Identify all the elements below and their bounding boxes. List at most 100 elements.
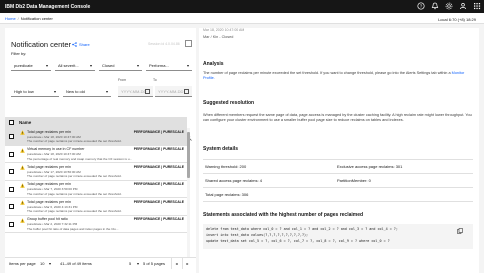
chevron-down-icon: ▾ <box>89 63 92 68</box>
statements-heading: Statements associated with the highest n… <box>203 212 364 218</box>
pagination: Items per page 10 ▾ 41–49 of 49 items 5 … <box>5 257 196 269</box>
chevron-down-icon: ▾ <box>105 89 108 94</box>
category-dropdown[interactable]: Performa... ▾ <box>146 60 192 71</box>
apps-icon[interactable] <box>473 2 481 10</box>
warning-icon <box>20 130 25 135</box>
row-checkbox[interactable] <box>9 186 14 192</box>
name-column-header[interactable]: Name <box>19 120 31 125</box>
table-header: Name <box>5 117 187 128</box>
from-label: From <box>118 78 127 82</box>
notification-meta: puredicate • Mar 2, 2020 7:32:11 PM <box>27 222 78 226</box>
chevron-down-icon: ▾ <box>49 261 52 266</box>
notification-icon[interactable] <box>431 2 439 10</box>
table-row[interactable]: Total page reclaims per min puredicate • … <box>5 128 187 146</box>
row-checkbox[interactable] <box>9 134 14 139</box>
notification-description: The number of page reclaims per minute e… <box>27 139 122 143</box>
warning-icon <box>20 217 25 223</box>
row-checkbox[interactable] <box>9 221 14 227</box>
chevron-down-icon: ▾ <box>53 89 56 94</box>
row-checkbox[interactable] <box>9 169 14 174</box>
share-button[interactable]: Share <box>72 42 90 47</box>
table-row[interactable]: Virtual memory in use in CF number puredi… <box>5 145 187 163</box>
notification-title[interactable]: Total page reclaims per min <box>27 130 71 134</box>
settings-icon[interactable] <box>445 2 453 10</box>
row-checkbox[interactable] <box>9 151 14 157</box>
page-select[interactable]: 5 <box>129 261 131 266</box>
notification-description: The number of page reclaims per minute e… <box>27 191 122 196</box>
help-icon[interactable]: ? <box>417 2 425 10</box>
calendar-icon[interactable] <box>145 89 150 94</box>
table-row[interactable]: Total page reclaims per min puredicate • … <box>5 180 187 198</box>
share-icon <box>72 42 77 47</box>
previous-page-button[interactable]: ◂ <box>171 258 181 269</box>
notification-title[interactable]: Total page reclaims per min <box>27 200 71 204</box>
next-page-button[interactable]: ▸ <box>182 258 192 269</box>
from-date-input[interactable]: YYYY-MM-DD <box>118 86 153 97</box>
analysis-heading: Analysis <box>203 61 224 67</box>
notification-category: PERFORMANCE | PURESCALE <box>133 164 184 169</box>
scrollbar-thumb[interactable] <box>187 132 190 178</box>
copy-icon[interactable] <box>457 228 463 234</box>
filter-by-label: Filter by: <box>11 51 27 56</box>
notification-title[interactable]: Group buffer pool hit ratio <box>27 217 68 221</box>
expand-icon[interactable] <box>185 40 192 47</box>
divider <box>203 187 473 188</box>
code-line: insert into test_data values(?,?,?,?,?,?… <box>206 233 309 237</box>
notification-description: The number of page reclaims per minute e… <box>27 209 122 213</box>
warning-icon <box>20 165 25 170</box>
warning-icon <box>20 147 25 153</box>
detail-timestamp: Mar 18, 2020 10:47:00 AM <box>203 28 245 32</box>
code-line: update test_data set col_5 = ?, col_6 = … <box>206 239 390 243</box>
breadcrumb-home-link[interactable]: Home <box>0 16 16 21</box>
notification-category: PERFORMANCE | PURESCALE <box>133 129 184 134</box>
app-title[interactable]: IBM Db2 Data Management Console <box>0 4 90 10</box>
local-time: Local 6:70 (+8) 18:29 <box>438 17 476 22</box>
notification-table: Total page reclaims per min puredicate • … <box>5 128 187 258</box>
chevron-down-icon: ▾ <box>136 63 139 68</box>
resolution-text: When different members request the same … <box>203 113 472 122</box>
detail-status: Mar / Kin - Closed <box>203 35 234 39</box>
severity-sort-dropdown[interactable]: High to low ▾ <box>11 86 59 97</box>
category-dropdown-value: Performa... <box>149 62 169 68</box>
date-sort-value: New to old <box>66 88 85 94</box>
sql-code-snippet[interactable]: delete from test_data where col_0 = ? an… <box>203 224 473 249</box>
severity-dropdown[interactable]: All severit... ▾ <box>55 60 95 71</box>
notification-description: The percentage of real memory and swap m… <box>27 156 133 161</box>
notification-title[interactable]: Total page reclaims per min <box>27 165 71 169</box>
notification-meta: puredicate • Mar 18, 2020 10:47:00 AM <box>27 134 81 139</box>
from-date-placeholder: YYYY-MM-DD <box>121 88 147 94</box>
to-date-input[interactable]: YYYY-MM-DD <box>155 86 192 97</box>
items-per-page-select[interactable]: 10 <box>40 261 44 266</box>
resolution-heading: Suggested resolution <box>203 100 255 106</box>
notification-title[interactable]: Virtual memory in use in CF number <box>27 147 84 151</box>
calendar-icon[interactable] <box>184 89 189 94</box>
table-scrollbar[interactable] <box>187 128 190 258</box>
partition-member: PartitionMember: 0 <box>337 178 371 183</box>
warning-icon <box>20 200 25 205</box>
table-row[interactable]: Total page reclaims per min puredicate • … <box>5 198 187 216</box>
share-label: Share <box>79 42 90 47</box>
table-row[interactable]: Group buffer pool hit ratio puredicate • … <box>5 215 187 233</box>
analysis-body: The number of page reclaims per minute e… <box>203 71 451 75</box>
notification-meta: puredicate • Mar 6, 2020 4:13:31 PM <box>27 204 78 209</box>
to-date-placeholder: YYYY-MM-DD <box>158 88 184 94</box>
database-dropdown-value: puredicate <box>14 62 33 68</box>
shared-access-reclaims: Shared access page reclaims: 4 <box>205 178 262 183</box>
total-page-reclaims: Total page reclaims: 306 <box>205 192 249 197</box>
database-dropdown[interactable]: puredicate ▾ <box>11 60 51 71</box>
notification-meta: puredicate • Mar 18, 2020 10:47:00 AM <box>27 152 81 156</box>
table-row[interactable]: Total page reclaims per min puredicate • … <box>5 163 187 181</box>
user-icon[interactable] <box>459 2 467 10</box>
status-dropdown[interactable]: Closed ▾ <box>99 60 142 71</box>
status-dropdown-value: Closed <box>102 62 115 68</box>
row-checkbox[interactable] <box>9 204 14 209</box>
session-id: Session id 4.0.04.86 <box>148 42 180 46</box>
exclusive-access-reclaims: Exclusive access page reclaims: 301 <box>337 164 403 169</box>
select-all-checkbox[interactable] <box>9 120 14 125</box>
warning-icon <box>20 182 25 188</box>
severity-dropdown-value: All severit... <box>58 62 79 68</box>
notification-title[interactable]: Total page reclaims per min <box>27 182 71 186</box>
date-sort-dropdown[interactable]: New to old ▾ <box>63 86 111 97</box>
analysis-text: The number of page reclaims per minute e… <box>203 71 475 81</box>
code-line: delete from test_data where col_0 = ? an… <box>206 227 398 231</box>
